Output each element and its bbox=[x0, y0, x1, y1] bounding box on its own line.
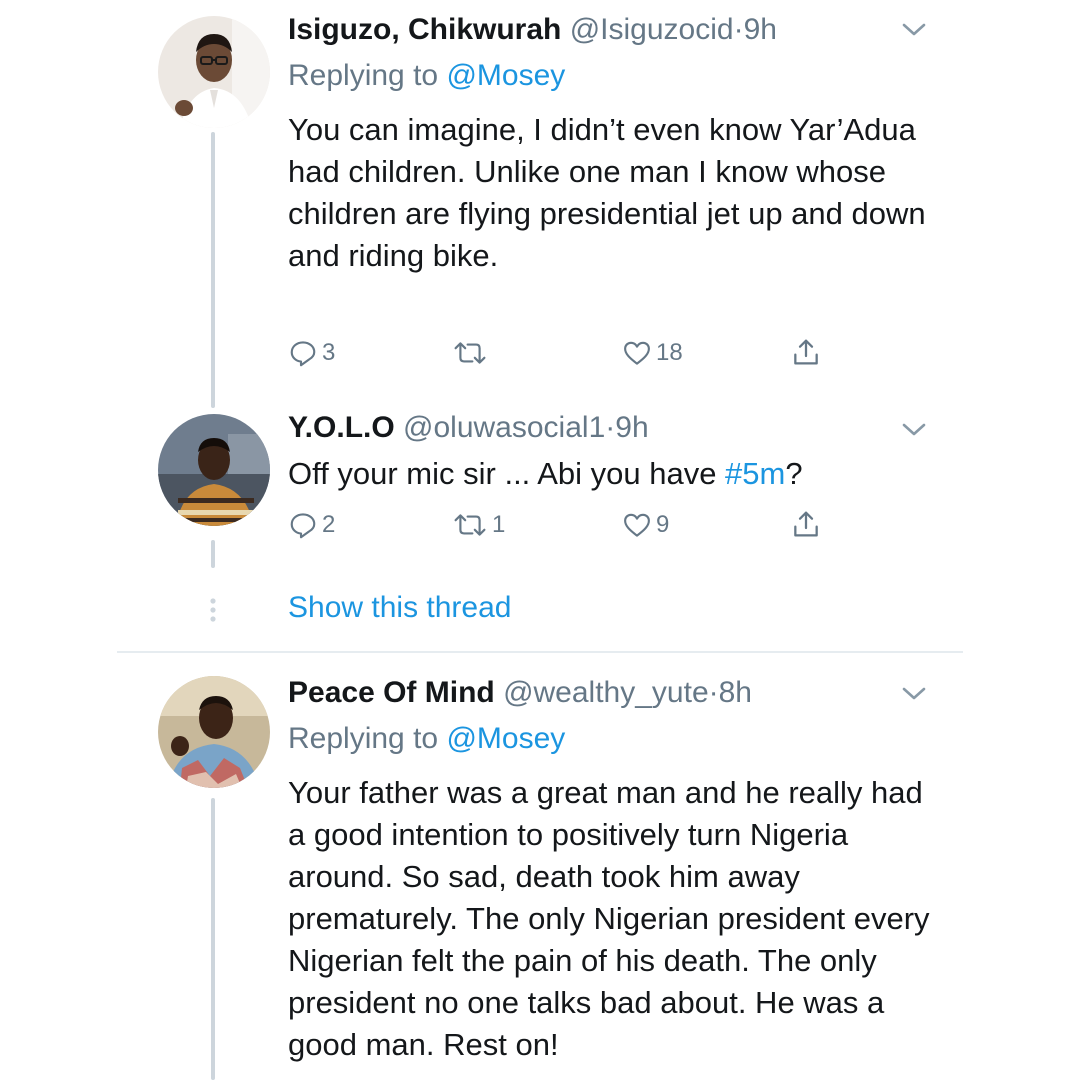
tweet-text: You can imagine, I didn’t even know Yar’… bbox=[288, 112, 926, 273]
timestamp[interactable]: 8h bbox=[719, 676, 752, 709]
user-handle[interactable]: @wealthy_yute bbox=[503, 676, 709, 709]
show-thread-link[interactable]: Show this thread bbox=[288, 590, 511, 626]
timestamp[interactable]: 9h bbox=[615, 411, 648, 444]
avatar[interactable] bbox=[158, 676, 270, 788]
reply-count: 2 bbox=[322, 511, 336, 538]
separator-dot: · bbox=[733, 13, 744, 46]
avatar[interactable] bbox=[158, 414, 270, 526]
retweet-count: 1 bbox=[492, 511, 506, 538]
share-icon bbox=[790, 508, 822, 540]
retweet-icon bbox=[452, 338, 488, 368]
hashtag-link[interactable]: #5m bbox=[725, 456, 785, 491]
avatar[interactable] bbox=[158, 16, 270, 128]
tweet-text-part: ? bbox=[785, 456, 803, 491]
divider bbox=[117, 651, 963, 653]
heart-icon bbox=[622, 510, 652, 540]
retweet-button[interactable] bbox=[452, 338, 492, 368]
display-name[interactable]: Y.O.L.O bbox=[288, 411, 395, 444]
thread-line bbox=[211, 798, 215, 1080]
tweet-text: Your father was a great man and he reall… bbox=[288, 775, 930, 1062]
display-name[interactable]: Peace Of Mind bbox=[288, 676, 495, 709]
reply-icon bbox=[288, 510, 318, 540]
replying-mention[interactable]: @Mosey bbox=[446, 722, 565, 755]
replying-prefix: Replying to bbox=[288, 59, 439, 92]
share-button[interactable] bbox=[790, 336, 822, 368]
tweet-header: Isiguzo, Chikwurah @Isiguzocid·9h bbox=[288, 12, 777, 48]
separator-dot: · bbox=[708, 676, 719, 709]
retweet-button[interactable]: 1 bbox=[452, 510, 505, 540]
user-handle[interactable]: @Isiguzocid bbox=[570, 13, 734, 46]
chevron-down-icon[interactable] bbox=[898, 420, 930, 440]
display-name[interactable]: Isiguzo, Chikwurah bbox=[288, 13, 561, 46]
chevron-down-icon[interactable] bbox=[898, 20, 930, 40]
retweet-icon bbox=[452, 510, 488, 540]
tweet-header: Peace Of Mind @wealthy_yute·8h bbox=[288, 675, 752, 711]
like-count: 9 bbox=[656, 511, 670, 538]
reply-button[interactable]: 2 bbox=[288, 510, 335, 540]
thread-more-dots bbox=[209, 598, 217, 622]
reply-icon bbox=[288, 338, 318, 368]
heart-icon bbox=[622, 338, 652, 368]
chevron-down-icon[interactable] bbox=[898, 684, 930, 704]
reply-count: 3 bbox=[322, 339, 336, 366]
thread-line bbox=[211, 132, 215, 408]
share-button[interactable] bbox=[790, 508, 822, 540]
timestamp[interactable]: 9h bbox=[744, 13, 777, 46]
replying-mention[interactable]: @Mosey bbox=[446, 59, 565, 92]
tweet-header: Y.O.L.O @oluwasocial1·9h bbox=[288, 410, 649, 446]
separator-dot: · bbox=[605, 411, 616, 444]
like-button[interactable]: 18 bbox=[622, 338, 683, 368]
share-icon bbox=[790, 336, 822, 368]
user-handle[interactable]: @oluwasocial1 bbox=[403, 411, 605, 444]
like-count: 18 bbox=[656, 339, 683, 366]
reply-button[interactable]: 3 bbox=[288, 338, 335, 368]
tweet-text-part: Off your mic sir ... Abi you have bbox=[288, 456, 726, 491]
replying-to: Replying to @Mosey bbox=[288, 721, 565, 757]
replying-prefix: Replying to bbox=[288, 722, 439, 755]
replying-to: Replying to @Mosey bbox=[288, 58, 565, 94]
tweet-text: Off your mic sir ... Abi you have #5m? bbox=[288, 453, 948, 495]
thread-line bbox=[211, 540, 215, 568]
like-button[interactable]: 9 bbox=[622, 510, 669, 540]
